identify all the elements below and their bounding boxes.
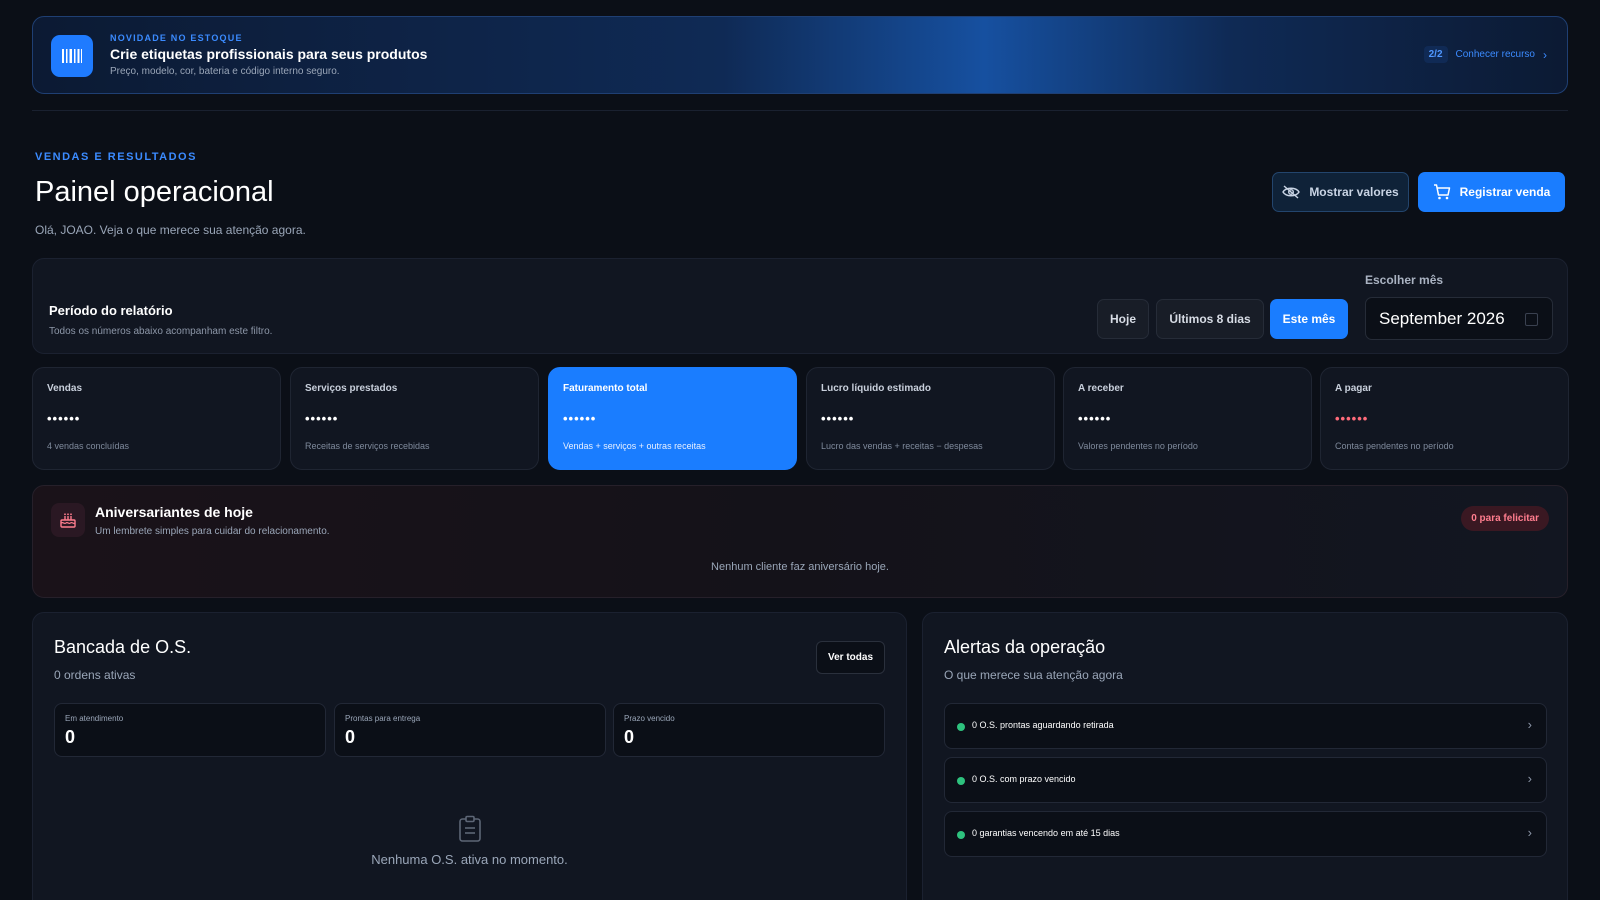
banner-actions: 2/2 Conhecer recurso › bbox=[1423, 46, 1547, 63]
view-all-button[interactable]: Ver todas bbox=[816, 641, 885, 674]
stat-value-hidden: •••••• bbox=[563, 411, 597, 426]
greeting: Olá, JOAO. Veja o que merece sua atenção… bbox=[35, 223, 306, 237]
bench-stat-label: Em atendimento bbox=[65, 714, 124, 723]
stat-caption: 4 vendas concluídas bbox=[47, 441, 130, 451]
bench-stat-ready: Prontas para entrega 0 bbox=[334, 703, 606, 757]
period-subtitle: Todos os números abaixo acompanham este … bbox=[49, 326, 273, 337]
stat-card-receivable[interactable]: A receber •••••• Valores pendentes no pe… bbox=[1063, 367, 1312, 470]
stat-value-hidden: •••••• bbox=[47, 411, 81, 426]
banner-link[interactable]: Conhecer recurso bbox=[1456, 49, 1535, 60]
bench-stat-value: 0 bbox=[624, 727, 635, 747]
section-eyebrow: VENDAS E RESULTADOS bbox=[35, 151, 197, 163]
birthdays-empty-message: Nenhum cliente faz aniversário hoje. bbox=[711, 561, 889, 573]
month-picker-value: September 2026 bbox=[1379, 308, 1505, 328]
stat-card-sales[interactable]: Vendas •••••• 4 vendas concluídas bbox=[32, 367, 281, 470]
bench-stat-value: 0 bbox=[345, 727, 356, 747]
operation-alerts-panel: Alertas da operação O que merece sua ate… bbox=[922, 612, 1568, 900]
alert-item[interactable]: 0 garantias vencendo em até 15 dias › bbox=[944, 811, 1547, 857]
eye-off-icon bbox=[1282, 185, 1301, 199]
stat-caption: Valores pendentes no período bbox=[1078, 441, 1198, 451]
stat-card-total-revenue[interactable]: Faturamento total •••••• Vendas + serviç… bbox=[548, 367, 797, 470]
barcode-icon bbox=[51, 35, 93, 77]
status-dot bbox=[957, 777, 965, 785]
status-dot bbox=[957, 831, 965, 839]
stat-label: Lucro líquido estimado bbox=[821, 383, 932, 394]
stat-label: A pagar bbox=[1335, 383, 1372, 394]
service-orders-empty-message: Nenhuma O.S. ativa no momento. bbox=[371, 852, 568, 867]
bench-stat-overdue: Prazo vencido 0 bbox=[613, 703, 885, 757]
service-orders-subtitle: 0 ordens ativas bbox=[54, 668, 136, 682]
stat-label: Serviços prestados bbox=[305, 383, 398, 394]
bench-stat-label: Prontas para entrega bbox=[345, 714, 421, 723]
chevron-right-icon: › bbox=[1527, 825, 1532, 840]
alert-text: 0 O.S. com prazo vencido bbox=[972, 774, 1076, 784]
alert-item[interactable]: 0 O.S. prontas aguardando retirada › bbox=[944, 703, 1547, 749]
period-option-this-month[interactable]: Este mês bbox=[1270, 299, 1348, 339]
report-period-panel: Período do relatório Todos os números ab… bbox=[32, 258, 1568, 354]
bench-stat-in-progress: Em atendimento 0 bbox=[54, 703, 326, 757]
stat-label: A receber bbox=[1078, 383, 1124, 394]
alert-item[interactable]: 0 O.S. com prazo vencido › bbox=[944, 757, 1547, 803]
banner-subtitle: Preço, modelo, cor, bateria e código int… bbox=[110, 66, 340, 77]
banner-title: Crie etiquetas profissionais para seus p… bbox=[110, 46, 428, 62]
birthdays-panel: Aniversariantes de hoje Um lembrete simp… bbox=[32, 485, 1568, 598]
alerts-subtitle: O que merece sua atenção agora bbox=[944, 668, 1123, 682]
banner-eyebrow: NOVIDADE NO ESTOQUE bbox=[110, 33, 243, 43]
stat-value-hidden: •••••• bbox=[1335, 411, 1369, 426]
birthdays-title: Aniversariantes de hoje bbox=[95, 504, 253, 520]
stat-card-net-profit[interactable]: Lucro líquido estimado •••••• Lucro das … bbox=[806, 367, 1055, 470]
show-values-label: Mostrar valores bbox=[1309, 185, 1399, 199]
status-dot bbox=[957, 723, 965, 731]
alert-text: 0 garantias vencendo em até 15 dias bbox=[972, 828, 1120, 838]
alert-text: 0 O.S. prontas aguardando retirada bbox=[972, 720, 1114, 730]
period-option-last-8-days[interactable]: Últimos 8 dias bbox=[1156, 299, 1264, 339]
chevron-right-icon: › bbox=[1527, 717, 1532, 732]
service-orders-empty-state: Nenhuma O.S. ativa no momento. bbox=[33, 815, 906, 867]
bench-stat-value: 0 bbox=[65, 727, 76, 747]
calendar-icon[interactable] bbox=[1525, 313, 1538, 326]
stat-label: Vendas bbox=[47, 383, 83, 394]
stat-label: Faturamento total bbox=[563, 383, 648, 394]
cart-icon bbox=[1433, 184, 1450, 200]
page-title: Painel operacional bbox=[35, 176, 274, 208]
show-values-button[interactable]: Mostrar valores bbox=[1272, 172, 1409, 212]
stat-caption: Lucro das vendas + receitas − despesas bbox=[821, 441, 983, 451]
chevron-right-icon[interactable]: › bbox=[1543, 48, 1547, 62]
clipboard-icon bbox=[458, 815, 481, 842]
stat-card-services[interactable]: Serviços prestados •••••• Receitas de se… bbox=[290, 367, 539, 470]
stat-value-hidden: •••••• bbox=[305, 411, 339, 426]
stat-value-hidden: •••••• bbox=[1078, 411, 1112, 426]
promo-banner: NOVIDADE NO ESTOQUE Crie etiquetas profi… bbox=[32, 16, 1568, 94]
stat-caption: Receitas de serviços recebidas bbox=[305, 441, 430, 451]
stat-value-hidden: •••••• bbox=[821, 411, 855, 426]
chevron-right-icon: › bbox=[1527, 771, 1532, 786]
stat-card-payable[interactable]: A pagar •••••• Contas pendentes no perío… bbox=[1320, 367, 1569, 470]
stat-caption: Vendas + serviços + outras receitas bbox=[563, 441, 706, 451]
alerts-title: Alertas da operação bbox=[944, 637, 1106, 657]
month-picker-input[interactable]: September 2026 bbox=[1365, 297, 1553, 340]
period-title: Período do relatório bbox=[49, 303, 173, 318]
register-sale-label: Registrar venda bbox=[1459, 185, 1551, 199]
stat-caption: Contas pendentes no período bbox=[1335, 441, 1454, 451]
service-orders-title: Bancada de O.S. bbox=[54, 637, 192, 657]
divider bbox=[32, 110, 1568, 111]
period-option-today[interactable]: Hoje bbox=[1097, 299, 1149, 339]
register-sale-button[interactable]: Registrar venda bbox=[1418, 172, 1565, 212]
birthdays-count-badge: 0 para felicitar bbox=[1461, 506, 1549, 531]
cake-icon bbox=[51, 503, 85, 537]
bench-stat-label: Prazo vencido bbox=[624, 714, 675, 723]
banner-counter: 2/2 bbox=[1423, 46, 1448, 63]
birthdays-subtitle: Um lembrete simples para cuidar do relac… bbox=[95, 526, 330, 537]
month-picker-label: Escolher mês bbox=[1365, 273, 1444, 287]
service-orders-panel: Bancada de O.S. 0 ordens ativas Ver toda… bbox=[32, 612, 907, 900]
